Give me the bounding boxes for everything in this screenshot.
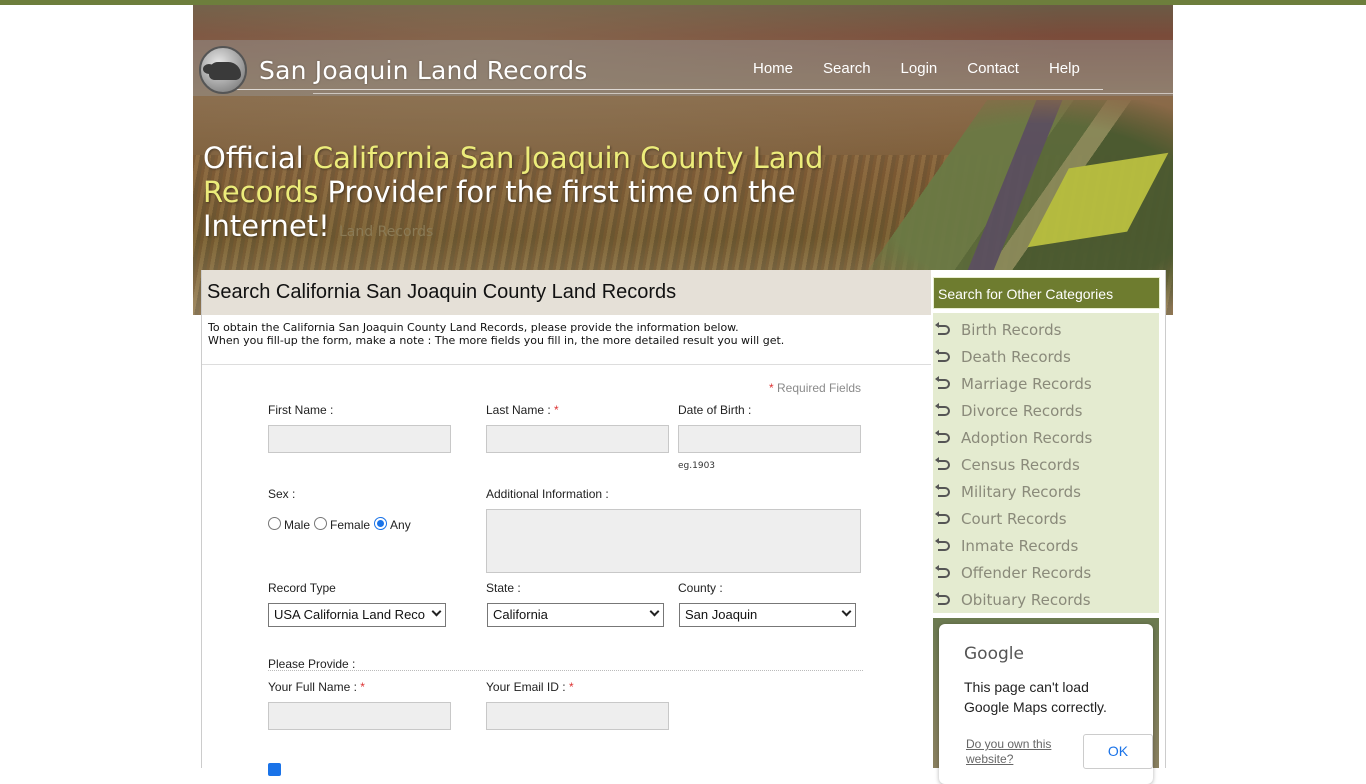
state-select[interactable]: California [487,603,664,627]
full-name-input[interactable] [268,702,451,730]
sidebar-item-obituary[interactable]: Obituary Records [933,586,1091,613]
chevron-down-icon [841,606,852,617]
section-divider [268,670,863,671]
sidebar-item-divorce[interactable]: Divorce Records [933,397,1083,424]
sidebar-item-birth[interactable]: Birth Records [933,316,1061,343]
arrow-icon [935,483,950,497]
map-error-dialog: Google This page can't load Google Maps … [939,624,1153,784]
additional-info-label: Additional Information : [486,487,609,501]
nav-login[interactable]: Login [901,60,938,77]
arrow-icon [935,402,950,416]
sidebar-category-list: Birth Records Death Records Marriage Rec… [933,313,1159,613]
first-name-input[interactable] [268,425,451,453]
arrow-icon [935,456,950,470]
google-map-widget: Google This page can't load Google Maps … [933,618,1159,784]
additional-info-textarea[interactable] [486,509,861,573]
email-label: Your Email ID : * [486,680,574,694]
sidebar-item-military[interactable]: Military Records [933,478,1081,505]
arrow-icon [935,591,950,605]
dob-hint: eg.1903 [678,461,716,471]
sidebar-item-marriage[interactable]: Marriage Records [933,370,1092,397]
hero-tagline: Official California San Joaquin County L… [203,141,824,243]
arrow-icon [935,321,950,335]
google-logo: Google [964,644,1024,664]
sidebar-item-census[interactable]: Census Records [933,451,1080,478]
arrow-icon [935,429,950,443]
nav-home[interactable]: Home [753,60,793,77]
full-name-label: Your Full Name : * [268,680,365,694]
sidebar-item-death[interactable]: Death Records [933,343,1071,370]
site-title[interactable]: San Joaquin Land Records [259,56,588,85]
sidebar-item-adoption[interactable]: Adoption Records [933,424,1092,451]
county-select[interactable]: San Joaquin [679,603,856,627]
sidebar-item-court[interactable]: Court Records [933,505,1067,532]
last-name-label: Last Name : * [486,403,559,417]
ok-button[interactable]: OK [1083,734,1153,769]
arrow-icon [935,348,950,362]
nav-divider-line [313,93,1173,94]
main-nav: Home Search Login Contact Help [753,60,1110,77]
nav-divider-line [233,89,1103,90]
sex-label: Sex : [268,487,296,501]
email-input[interactable] [486,702,669,730]
arrow-icon [935,564,950,578]
nav-help[interactable]: Help [1049,60,1080,77]
sidebar-item-offender[interactable]: Offender Records [933,559,1091,586]
dob-input[interactable] [678,425,861,453]
arrow-icon [935,537,950,551]
panel-title-bar: Search California San Joaquin County Lan… [202,270,931,315]
arrow-icon [935,375,950,389]
intro-text: To obtain the California San Joaquin Cou… [208,321,785,347]
sidebar-heading: Search for Other Categories [933,277,1160,309]
required-fields-note: * Required Fields [769,381,862,395]
nav-contact[interactable]: Contact [967,60,1019,77]
nav-search[interactable]: Search [823,60,871,77]
dob-label: Date of Birth : [678,403,752,417]
sex-female-radio[interactable] [314,517,328,530]
chevron-down-icon [431,606,442,617]
arrow-icon [935,510,950,524]
map-error-message: This page can't load Google Maps correct… [964,679,1107,715]
agree-checkbox[interactable] [268,763,281,776]
first-name-label: First Name : [268,403,334,417]
sex-radio-group: Male Female Any [268,515,415,532]
sex-any-radio[interactable] [374,517,388,530]
state-label: State : [486,581,521,595]
record-type-label: Record Type [268,581,336,595]
own-website-link[interactable]: Do you own this website? [966,737,1066,767]
county-label: County : [678,581,723,595]
record-type-select[interactable]: USA California Land Records [268,603,446,627]
bear-logo-icon[interactable] [199,46,247,94]
page-title: Search California San Joaquin County Lan… [207,281,677,303]
tagline-ghost-text: Land Records [339,224,434,240]
sex-male-radio[interactable] [268,517,281,530]
chevron-down-icon [649,606,660,617]
sidebar-item-inmate[interactable]: Inmate Records [933,532,1078,559]
header-banner: San Joaquin Land Records Home Search Log… [193,5,1173,315]
last-name-input[interactable] [486,425,669,453]
please-provide-label: Please Provide : [268,657,356,671]
